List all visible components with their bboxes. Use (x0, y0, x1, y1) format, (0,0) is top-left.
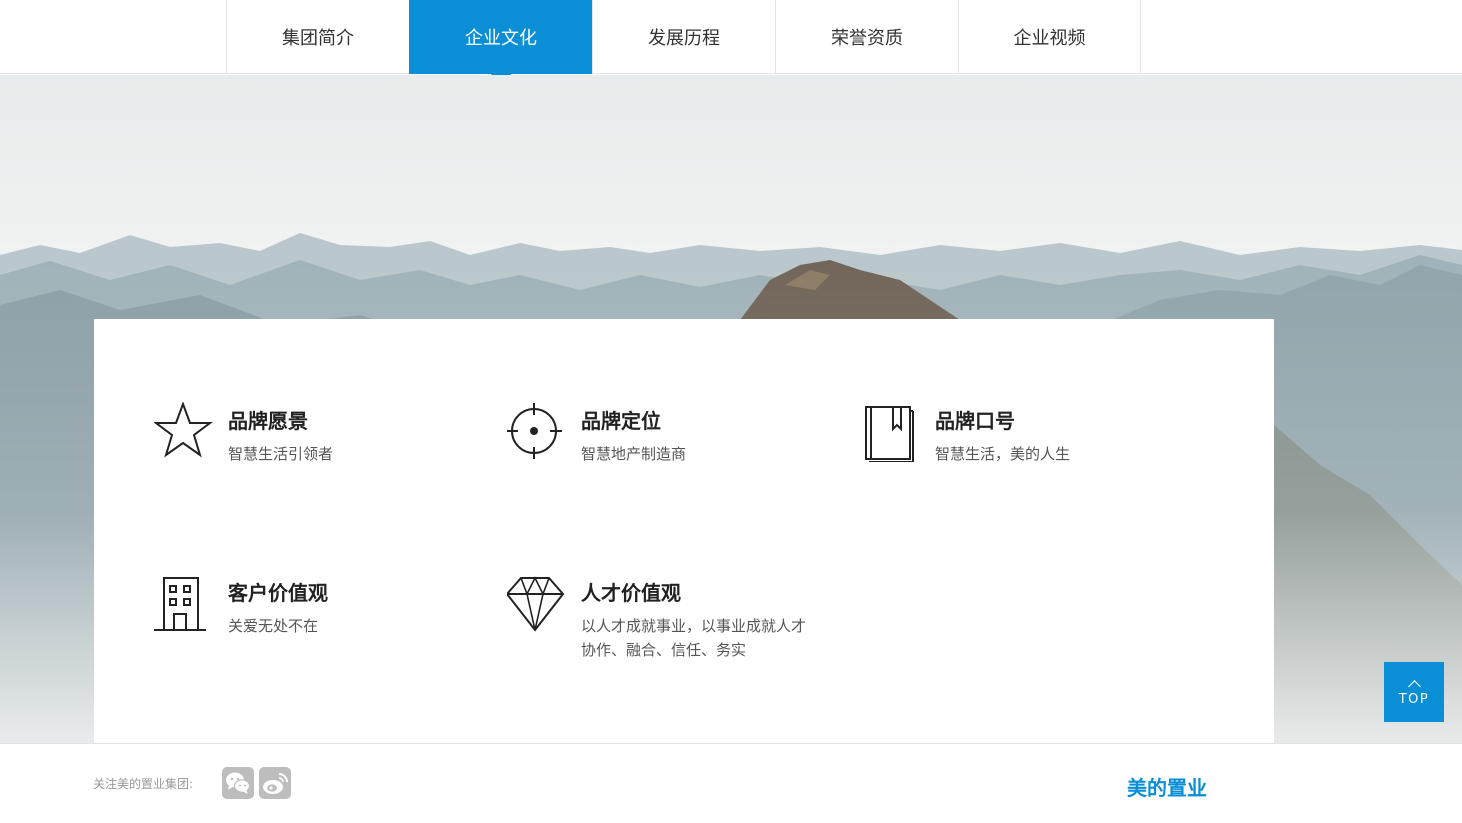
tab-history[interactable]: 发展历程 (592, 0, 775, 74)
tab-video[interactable]: 企业视频 (958, 0, 1141, 74)
follow-label: 关注美的置业集团: (93, 777, 194, 791)
book-icon (865, 406, 914, 462)
tab-honors[interactable]: 荣誉资质 (775, 0, 958, 74)
culture-item-desc: 以人才成就事业，以事业成就人才 协作、融合、信任、务实 (581, 617, 807, 659)
star-icon (154, 402, 213, 458)
tab-bar: 集团简介 企业文化 发展历程 荣誉资质 企业视频 (226, 0, 1141, 86)
culture-item-title: 品牌口号 (935, 409, 1015, 433)
culture-item-title: 人才价值观 (581, 581, 681, 605)
top-nav: 集团简介 企业文化 发展历程 荣誉资质 企业视频 (0, 0, 1462, 86)
culture-item-desc: 智慧生活引领者 (228, 445, 334, 463)
culture-item-title: 品牌定位 (581, 409, 661, 433)
wechat-icon[interactable] (222, 767, 254, 799)
brand-logo-text[interactable]: 美的置业 (1127, 772, 1207, 801)
weibo-icon[interactable] (259, 767, 291, 799)
culture-card: 品牌愿景 智慧生活引领者 品牌定位 智慧地产制造商 品牌口号 智慧生活，美的人生… (94, 319, 1274, 743)
tab-corporate-culture[interactable]: 企业文化 (409, 0, 592, 86)
culture-item-desc: 智慧地产制造商 (581, 445, 687, 463)
building-icon (154, 577, 206, 631)
culture-item-title: 客户价值观 (228, 581, 328, 605)
culture-item-title: 品牌愿景 (228, 409, 308, 433)
culture-item-desc: 关爱无处不在 (228, 617, 319, 635)
back-to-top-label: TOP (1398, 691, 1430, 707)
diamond-icon (507, 576, 565, 632)
culture-item-desc: 智慧生活，美的人生 (935, 445, 1071, 463)
footer: 关注美的置业集团: 美的置业 (0, 743, 1462, 823)
tab-group-intro[interactable]: 集团简介 (226, 0, 409, 74)
back-to-top-button[interactable]: TOP (1384, 662, 1444, 722)
crosshair-icon (507, 403, 562, 459)
chevron-up-icon (1407, 679, 1421, 693)
